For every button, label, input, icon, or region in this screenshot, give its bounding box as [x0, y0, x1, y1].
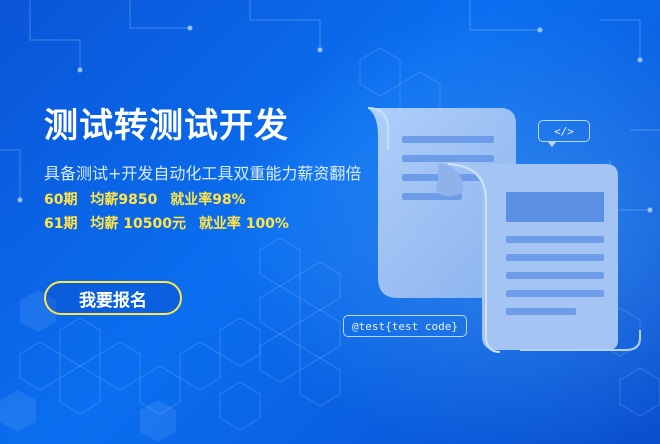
cohort-employment: 就业率98%: [170, 192, 246, 208]
cohort-61-stats: 61期 均薪 10500元 就业率 100%: [44, 214, 289, 234]
banner-title: 测试转测试开发: [44, 106, 289, 146]
cohort-60-stats: 60期 均薪9850 就业率98%: [44, 190, 246, 210]
signup-button[interactable]: 我要报名: [44, 281, 182, 315]
cohort-period: 61期: [44, 216, 78, 232]
promo-banner: 测试转测试开发 具备测试+开发自动化工具双重能力薪资翻倍 60期 均薪9850 …: [0, 0, 660, 444]
document-icon: [367, 107, 516, 298]
cohort-salary: 均薪9850: [90, 192, 158, 208]
test-code-tag: @test{test code}: [343, 315, 467, 337]
cohort-salary: 均薪 10500元: [90, 216, 186, 232]
cohort-employment: 就业率 100%: [198, 216, 289, 232]
cohort-period: 60期: [44, 192, 78, 208]
code-bracket-icon: </>: [538, 120, 590, 147]
banner-subtitle: 具备测试+开发自动化工具双重能力薪资翻倍: [44, 164, 362, 183]
